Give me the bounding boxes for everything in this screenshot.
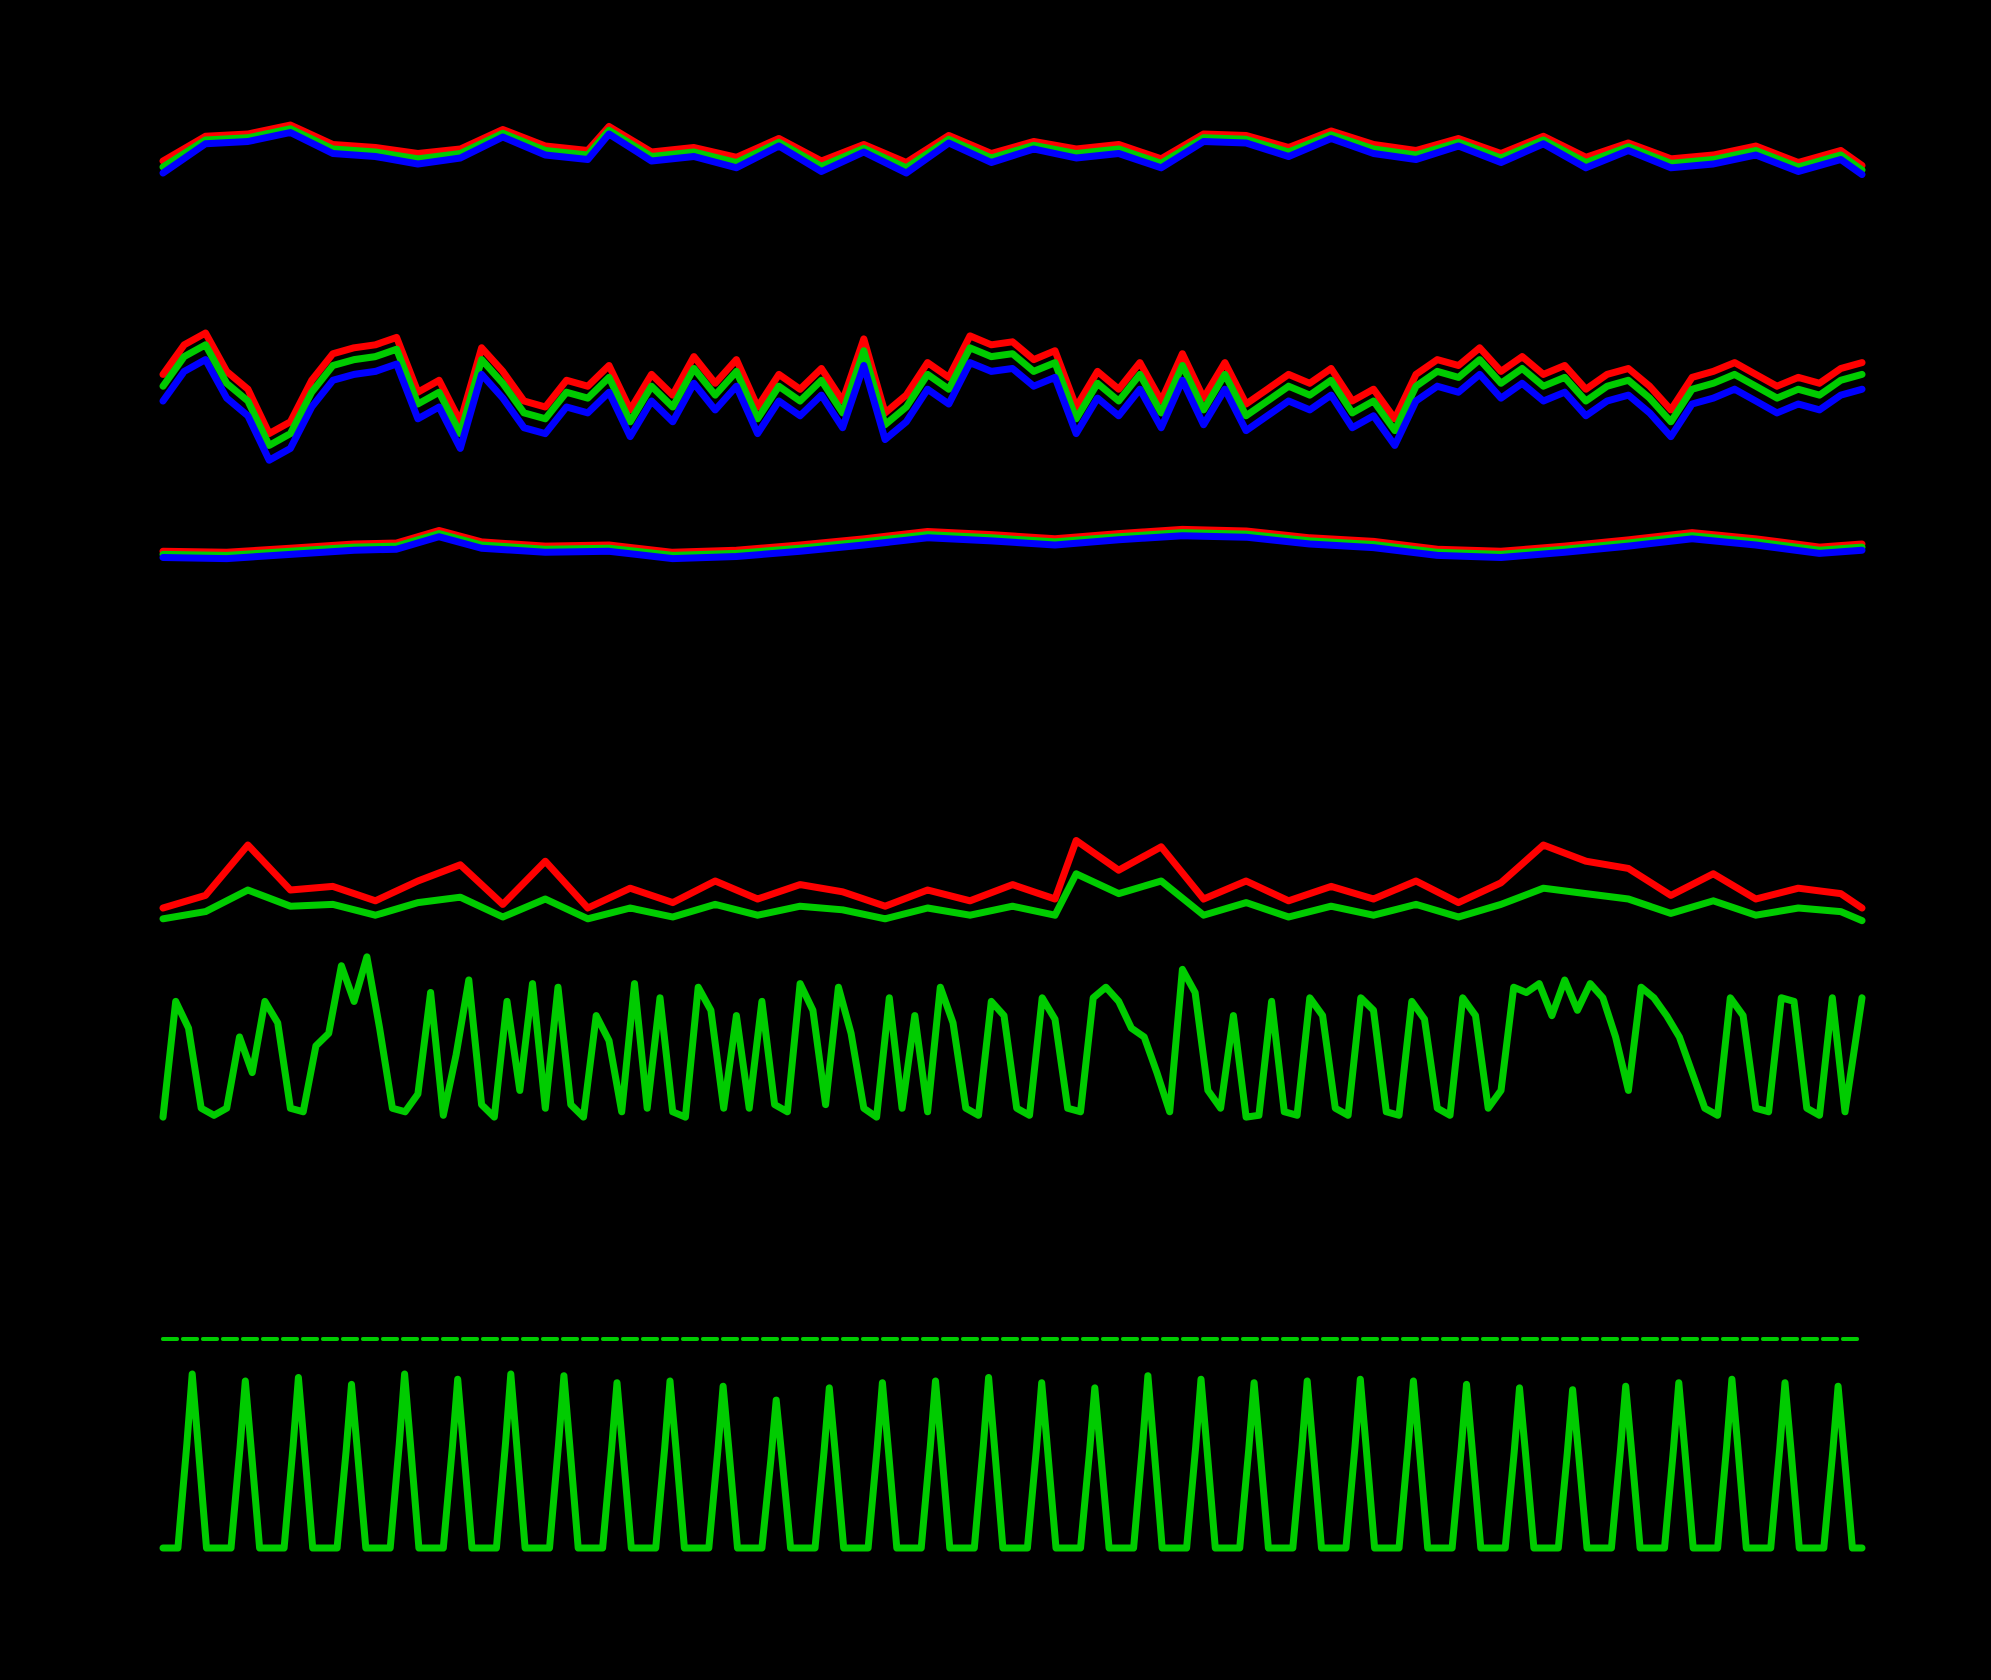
trace-panel-1 xyxy=(159,121,1866,178)
figure xyxy=(0,0,1991,1680)
trace-panel-7-series-1 xyxy=(159,1370,1866,1552)
trace-panel-2-series-2 xyxy=(159,341,1866,449)
trace-panel-5 xyxy=(159,953,1866,1121)
trace-panel-2 xyxy=(159,329,1866,464)
traces-canvas xyxy=(159,121,1866,1552)
trace-panel-3 xyxy=(159,525,1866,563)
trace-panel-7 xyxy=(159,1370,1866,1552)
trace-panel-5-series-1 xyxy=(159,953,1866,1121)
trace-panel-4 xyxy=(159,837,1866,925)
